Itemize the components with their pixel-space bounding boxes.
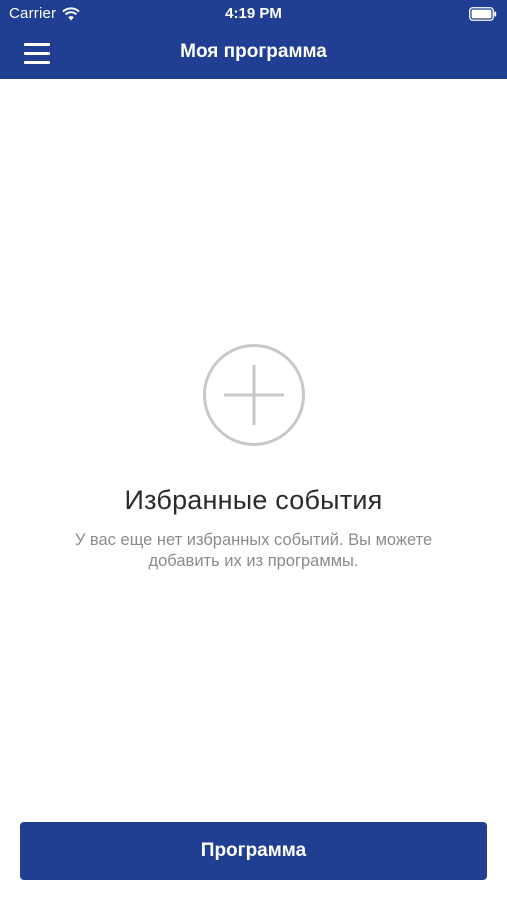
program-button[interactable]: Программа xyxy=(20,822,487,880)
empty-state-description: У вас еще нет избранных событий. Вы може… xyxy=(34,530,474,572)
empty-state-line-1: У вас еще нет избранных событий. Вы може… xyxy=(74,531,433,549)
empty-state: Избранные события У вас еще нет избранны… xyxy=(0,343,507,572)
page-title: Моя программа xyxy=(180,41,327,62)
clock: 4:19 PM xyxy=(225,5,282,22)
add-circle-icon xyxy=(202,344,305,446)
empty-state-title: Избранные события xyxy=(124,485,383,515)
navigation-bar: Моя программа xyxy=(0,28,507,79)
empty-state-line-2: добавить их из программы. xyxy=(148,552,359,570)
program-button-label: Программа xyxy=(200,840,307,861)
top-bar: Carrier 4:19 PM Моя программа xyxy=(0,0,507,79)
battery-icon xyxy=(469,7,497,21)
status-bar: Carrier 4:19 PM xyxy=(0,0,507,28)
screen: Carrier 4:19 PM Моя программа Избранные … xyxy=(0,0,507,900)
